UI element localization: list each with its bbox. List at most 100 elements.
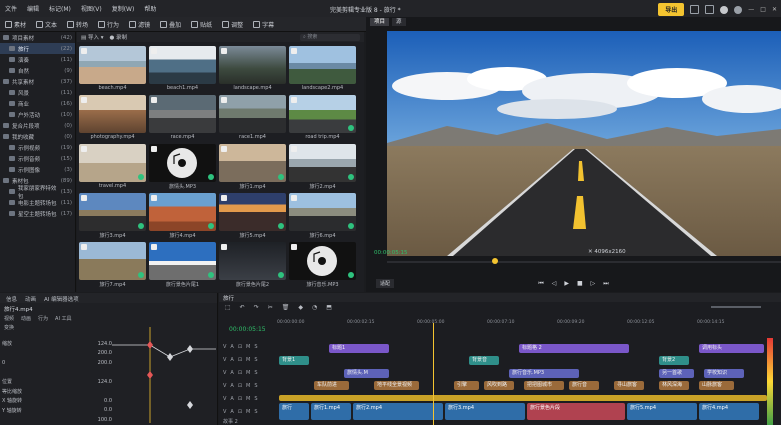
timeline-clip[interactable]: 标题1: [329, 344, 389, 353]
property-row[interactable]: 100.0: [2, 415, 112, 424]
property-row[interactable]: [2, 368, 112, 377]
subtab-animation[interactable]: 动画: [21, 315, 31, 322]
media-thumbnail[interactable]: 旅行4.mp4: [149, 193, 216, 242]
timeline-clip[interactable]: 风吹到路: [484, 381, 514, 390]
tab-animation[interactable]: 动画: [25, 295, 36, 303]
timeline-clip[interactable]: 学校知识: [704, 369, 744, 378]
track-visibility-icon[interactable]: V: [223, 409, 226, 415]
timeline-clip[interactable]: 背景音: [469, 356, 499, 365]
marker-icon[interactable]: ◆: [298, 304, 303, 311]
project-folder-item[interactable]: 我家朋家界特效包 (13): [0, 186, 75, 200]
menu-copy[interactable]: 复制(W): [107, 4, 140, 13]
add-icon[interactable]: [221, 195, 227, 201]
timeline-clip[interactable]: 引擎: [454, 381, 479, 390]
minimize-icon[interactable]: —: [748, 6, 754, 13]
add-icon[interactable]: [151, 146, 157, 152]
add-icon[interactable]: [221, 97, 227, 103]
media-thumbnail[interactable]: 旅行1.mp4: [219, 144, 286, 193]
media-thumbnail[interactable]: race.mp4: [149, 95, 216, 144]
toolbar-media[interactable]: 素材: [0, 18, 31, 31]
project-folder-item[interactable]: 我的收藏 (0): [0, 131, 75, 142]
property-value[interactable]: 0.0: [104, 407, 112, 413]
media-thumbnail[interactable]: beach1.mp4: [149, 46, 216, 95]
property-value[interactable]: 124.0: [98, 341, 112, 347]
add-icon[interactable]: [221, 48, 227, 54]
close-icon[interactable]: ✕: [772, 6, 777, 13]
timeline-clip[interactable]: 背景1: [279, 356, 309, 365]
timeline-clip[interactable]: 调用标头: [699, 344, 764, 353]
add-icon[interactable]: [291, 146, 297, 152]
toolbar-filter[interactable]: 滤镜: [124, 18, 155, 31]
track-audio-icon[interactable]: A: [230, 396, 233, 402]
video-clip[interactable]: 旅行3.mp4: [445, 403, 525, 420]
redo-icon[interactable]: ↷: [254, 304, 259, 311]
undo-icon[interactable]: ↶: [240, 304, 245, 311]
solo-icon[interactable]: S: [254, 383, 257, 389]
lock-icon[interactable]: ⊡: [238, 344, 242, 350]
subtab-behavior[interactable]: 行为: [38, 315, 48, 322]
skip-forward-icon[interactable]: ⏭: [603, 280, 608, 288]
video-clip[interactable]: 旅行景色片段: [527, 403, 625, 420]
project-header[interactable]: 项目素材 (42): [0, 32, 75, 43]
add-icon[interactable]: [221, 146, 227, 152]
add-icon[interactable]: [81, 48, 87, 54]
mute-icon[interactable]: M: [246, 370, 250, 376]
timeline-tab[interactable]: 旅行: [219, 293, 781, 302]
preview-scrubber[interactable]: [387, 261, 781, 263]
property-value[interactable]: 124.0: [98, 379, 112, 385]
toolbar-sticker[interactable]: 贴纸: [186, 18, 217, 31]
property-row[interactable]: X 轴旋转 0.0: [2, 396, 112, 405]
menu-help[interactable]: 帮助: [139, 4, 161, 13]
media-thumbnail[interactable]: photography.mp4: [79, 95, 146, 144]
add-icon[interactable]: [291, 195, 297, 201]
media-thumbnail[interactable]: beach.mp4: [79, 46, 146, 95]
track-visibility-icon[interactable]: V: [223, 370, 226, 376]
export-button[interactable]: 导出: [658, 3, 685, 16]
timeline-clip[interactable]: 另一首歌: [659, 369, 694, 378]
select-tool-icon[interactable]: ⬚: [225, 304, 231, 311]
media-thumbnail[interactable]: 旅行5.mp4: [219, 193, 286, 242]
mute-icon[interactable]: M: [246, 396, 250, 402]
project-folder-item[interactable]: 示例音频 (15): [0, 153, 75, 164]
solo-icon[interactable]: S: [254, 396, 257, 402]
project-folder-item[interactable]: 风景 (11): [0, 87, 75, 98]
video-clip[interactable]: 旅行5.mp4: [627, 403, 697, 420]
media-thumbnail[interactable]: 旅情头.MP3: [149, 144, 216, 193]
menu-file[interactable]: 文件: [0, 4, 22, 13]
maximize-icon[interactable]: □: [760, 6, 766, 13]
play-icon[interactable]: ▶: [564, 280, 569, 287]
property-value[interactable]: 200.0: [98, 350, 112, 356]
project-folder-item[interactable]: 商业 (16): [0, 98, 75, 109]
video-clip[interactable]: 旅行4.mp4: [699, 403, 759, 420]
toolbar-behavior[interactable]: 行为: [93, 18, 124, 31]
project-folder-item[interactable]: 旅行 (22): [0, 43, 75, 54]
skip-back-icon[interactable]: ⏮: [538, 280, 543, 288]
tab-ai-options[interactable]: AI 编辑器选项: [44, 295, 79, 303]
video-clip[interactable]: 旅行2.mp4: [353, 403, 443, 420]
mute-icon[interactable]: M: [246, 383, 250, 389]
import-button[interactable]: ▤ 导入 ▾: [81, 33, 103, 41]
track-header[interactable]: V A ⊡ M S: [219, 367, 277, 379]
solo-icon[interactable]: S: [254, 409, 257, 415]
effect-strip[interactable]: [279, 395, 767, 401]
media-thumbnail[interactable]: 旅行3.mp4: [79, 193, 146, 242]
track-visibility-icon[interactable]: V: [223, 357, 226, 363]
add-icon[interactable]: [221, 244, 227, 250]
keyframe-graph[interactable]: [112, 327, 216, 423]
track-visibility-icon[interactable]: V: [223, 383, 226, 389]
menu-view[interactable]: 视图(V): [76, 4, 107, 13]
video-clip[interactable]: 旅行: [279, 403, 309, 420]
timeline-clip[interactable]: 标题格 2: [519, 344, 629, 353]
subtab-ai[interactable]: AI 工具: [55, 315, 72, 322]
quality-select[interactable]: 适配: [376, 279, 395, 288]
project-folder-item[interactable]: 示例视频 (19): [0, 142, 75, 153]
media-thumbnail[interactable]: race1.mp4: [219, 95, 286, 144]
track-header[interactable]: V A ⊡ M S: [219, 341, 277, 353]
timeline-clip[interactable]: 旅情头.M: [344, 369, 389, 378]
media-thumbnail[interactable]: 旅行2.mp4: [289, 144, 356, 193]
timeline-clip[interactable]: 山脉旅客: [699, 381, 734, 390]
tab-info[interactable]: 信息: [6, 295, 17, 303]
project-folder-item[interactable]: 演奏 (11): [0, 54, 75, 65]
add-icon[interactable]: [291, 244, 297, 250]
property-value[interactable]: 200.0: [98, 360, 112, 366]
